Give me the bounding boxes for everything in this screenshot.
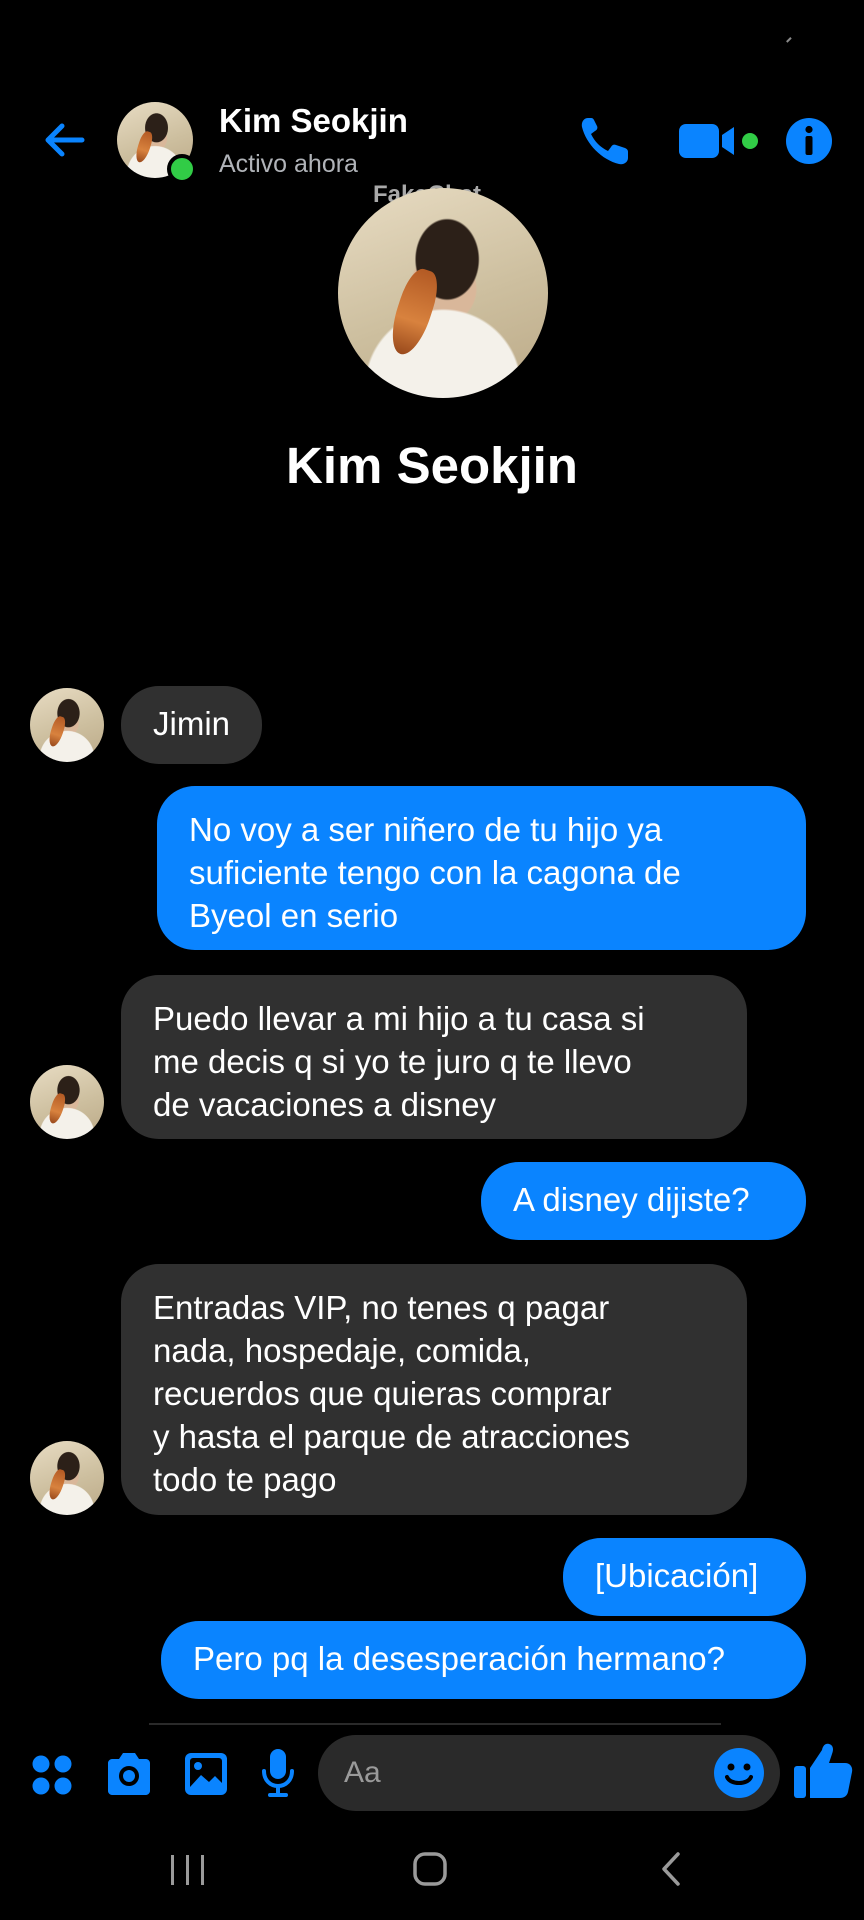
message-line: de vacaciones a disney (153, 1086, 497, 1123)
message-line: Entradas VIP, no tenes q pagar (153, 1289, 610, 1326)
outgoing-message[interactable]: A disney dijiste? (481, 1162, 806, 1240)
contact-status: Activo ahora (219, 150, 358, 178)
message-line: y hasta el parque de atracciones (153, 1418, 630, 1455)
message-avatar (30, 1065, 104, 1139)
chat-header: Kim Seokjin Activo ahora (0, 90, 864, 190)
outgoing-message[interactable]: [Ubicación] (563, 1538, 806, 1616)
incoming-message[interactable]: Jimin (121, 686, 263, 764)
profile-name: Kim Seokjin (286, 437, 578, 494)
camera-button[interactable] (104, 1751, 154, 1797)
message-input[interactable]: Aa (318, 1735, 780, 1811)
incoming-message[interactable]: Puedo llevar a mi hijo a tu casa si me d… (121, 975, 747, 1139)
contact-name[interactable]: Kim Seokjin (219, 102, 408, 140)
smiley-icon (714, 1748, 764, 1798)
phone-icon (581, 118, 628, 165)
video-call-button[interactable] (678, 116, 760, 166)
message-line: No voy a ser niñero de tu hijo ya (189, 811, 663, 848)
recent-apps-icon (171, 1855, 204, 1885)
message-line: A disney dijiste? (513, 1181, 750, 1218)
like-button[interactable] (792, 1740, 854, 1802)
camera-icon (108, 1753, 150, 1795)
thumbs-up-icon (794, 1743, 853, 1798)
apps-button[interactable] (30, 1753, 74, 1797)
message-line: suficiente tengo con la cagona de (189, 854, 681, 891)
home-button[interactable] (412, 1850, 448, 1888)
system-back-button[interactable] (658, 1850, 684, 1888)
outgoing-message[interactable]: No voy a ser niñero de tu hijo ya sufici… (157, 786, 806, 950)
outgoing-message[interactable]: Pero pq la desesperación hermano? (161, 1621, 806, 1699)
call-button[interactable] (578, 114, 634, 168)
image-icon (185, 1753, 227, 1795)
message-input-placeholder: Aa (344, 1756, 381, 1789)
message-line: me decis q si yo te juro q te llevo (153, 1043, 632, 1080)
message-line: todo te pago (153, 1461, 337, 1498)
apps-grid-icon (32, 1755, 72, 1795)
home-icon (413, 1852, 447, 1886)
message-avatar (30, 688, 104, 762)
message-line: recuerdos que quieras comprar (153, 1375, 612, 1412)
info-button[interactable] (784, 116, 834, 166)
gallery-button[interactable] (183, 1751, 229, 1797)
emoji-button[interactable] (713, 1747, 765, 1799)
message-line: Pero pq la desesperación hermano? (193, 1640, 726, 1677)
incoming-message[interactable]: Entradas VIP, no tenes q pagar nada, hos… (121, 1264, 747, 1515)
recent-apps-button[interactable] (168, 1852, 208, 1888)
message-line: Jimin (153, 705, 231, 742)
status-bar-indicator (786, 37, 796, 47)
message-line: nada, hospedaje, comida, (153, 1332, 531, 1369)
message-line: [Ubicación] (595, 1557, 759, 1594)
info-icon (786, 118, 832, 164)
microphone-button[interactable] (260, 1747, 296, 1799)
message-line: Puedo llevar a mi hijo a tu casa si (153, 1000, 645, 1037)
video-camera-icon (679, 124, 758, 158)
back-button[interactable] (36, 112, 92, 168)
chevron-left-icon (662, 1852, 680, 1886)
profile-avatar[interactable] (338, 188, 548, 398)
message-avatar (30, 1441, 104, 1515)
composer-divider (149, 1723, 721, 1725)
online-status-dot (167, 154, 197, 184)
microphone-icon (262, 1749, 294, 1797)
message-line: Byeol en serio (189, 897, 399, 934)
arrow-left-icon (45, 123, 85, 157)
